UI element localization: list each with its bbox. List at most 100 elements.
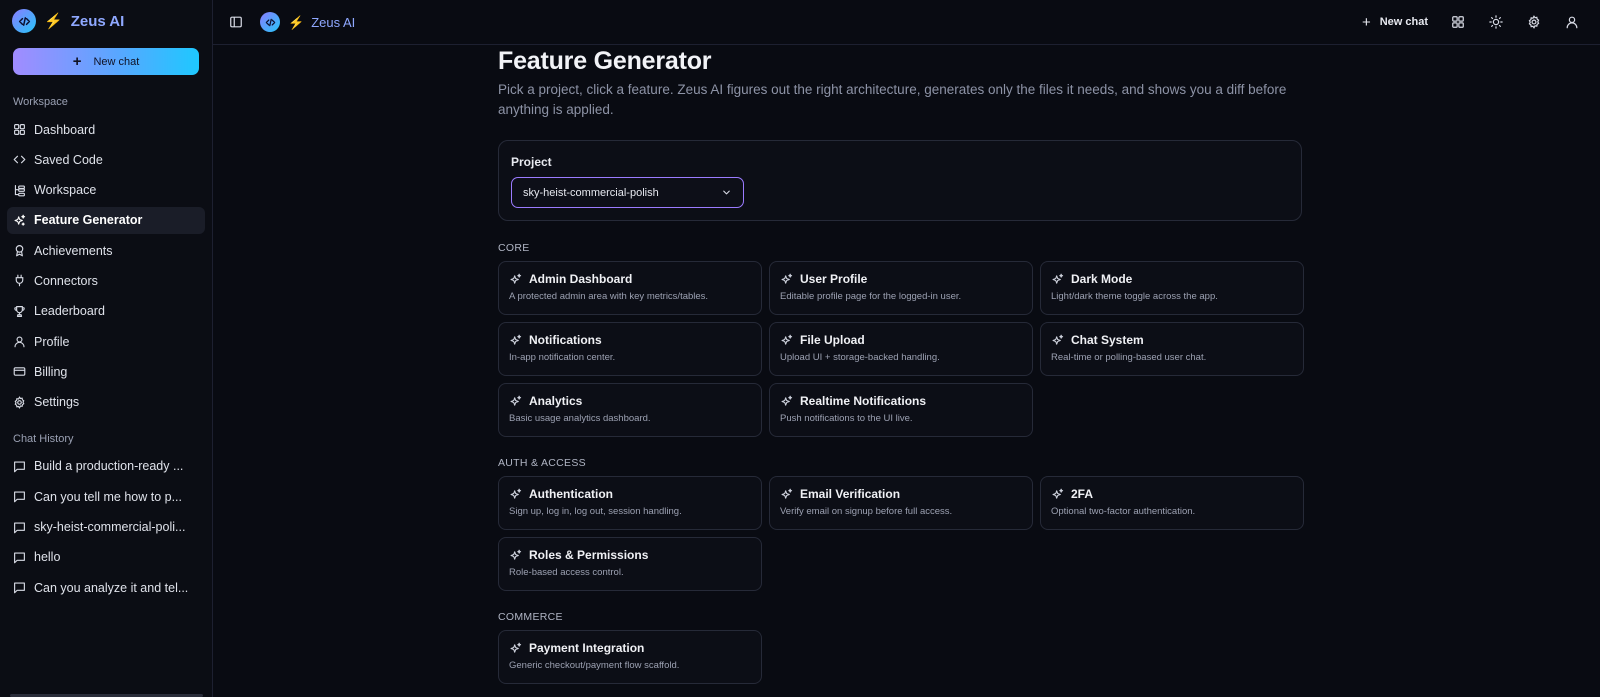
feature-card-admin-dashboard[interactable]: Admin Dashboard A protected admin area w… bbox=[498, 261, 762, 315]
group-label-commerce: COMMERCE bbox=[498, 611, 563, 623]
brand-title: Zeus AI bbox=[70, 12, 125, 30]
sparkles-icon bbox=[781, 488, 793, 499]
sparkles-icon bbox=[1052, 334, 1064, 345]
feature-title: User Profile bbox=[800, 272, 868, 286]
feature-title: Roles & Permissions bbox=[529, 548, 649, 562]
sidebar-item-workspace[interactable]: Workspace bbox=[7, 177, 205, 204]
feature-card-2fa[interactable]: 2FA Optional two-factor authentication. bbox=[1040, 476, 1304, 530]
sidebar-toggle-button[interactable] bbox=[228, 14, 244, 30]
sparkles-icon bbox=[1052, 488, 1064, 499]
feature-title: File Upload bbox=[800, 333, 865, 347]
feature-title: Payment Integration bbox=[529, 641, 645, 655]
plug-icon bbox=[15, 275, 24, 287]
feature-description: Sign up, log in, log out, session handli… bbox=[509, 506, 682, 517]
chat-history-title: sky-heist-commercial-poli... bbox=[34, 520, 186, 535]
sidebar-item-feature-generator[interactable]: Feature Generator bbox=[7, 206, 205, 234]
feature-title: Authentication bbox=[529, 487, 613, 501]
sidebar-item-billing[interactable]: Billing bbox=[7, 358, 205, 385]
sidebar-brand[interactable]: ⚡ Zeus AI bbox=[7, 0, 205, 42]
project-label: Project bbox=[511, 155, 552, 169]
sparkles-icon bbox=[1052, 273, 1064, 284]
chat-history-title: hello bbox=[34, 550, 61, 565]
topbar-new-chat-button[interactable]: + New chat bbox=[1362, 14, 1428, 31]
sidebar-item-leaderboard[interactable]: Leaderboard bbox=[7, 298, 205, 325]
feature-description: In-app notification center. bbox=[509, 352, 616, 363]
sparkles-icon bbox=[510, 334, 522, 345]
topbar-title: Zeus AI bbox=[311, 14, 356, 30]
topbar-actions: + New chat bbox=[1362, 14, 1580, 31]
feature-title: Dark Mode bbox=[1071, 272, 1133, 286]
feature-title: Chat System bbox=[1071, 333, 1144, 347]
feature-card-user-profile[interactable]: User Profile Editable profile page for t… bbox=[769, 261, 1033, 315]
feature-description: Push notifications to the UI live. bbox=[780, 413, 913, 424]
feature-title: Realtime Notifications bbox=[800, 394, 927, 408]
settings-button[interactable] bbox=[1526, 14, 1542, 30]
account-button[interactable] bbox=[1564, 14, 1580, 30]
gear-icon bbox=[14, 395, 25, 409]
gear-icon bbox=[1528, 15, 1540, 29]
feature-card-realtime-notifications[interactable]: Realtime Notifications Push notification… bbox=[769, 383, 1033, 437]
feature-description: Real-time or polling-based user chat. bbox=[1051, 352, 1207, 363]
sidebar-item-label: Feature Generator bbox=[34, 213, 143, 228]
panel-left-icon bbox=[230, 16, 242, 28]
feature-description: Editable profile page for the logged-in … bbox=[780, 291, 962, 302]
sidebar-item-label: Billing bbox=[34, 364, 68, 379]
project-select[interactable]: sky-heist-commercial-polish bbox=[511, 177, 744, 208]
sidebar-item-dashboard[interactable]: Dashboard bbox=[7, 116, 205, 143]
code-icon bbox=[13, 155, 26, 164]
main-area: ⚡ Zeus AI + New chat Feature Generator P… bbox=[213, 0, 1600, 697]
sparkles-icon bbox=[781, 273, 793, 284]
bolt-icon: ⚡ bbox=[288, 14, 305, 30]
sidebar: ⚡ Zeus AI + New chat Workspace Dashboard… bbox=[0, 0, 213, 697]
chat-history-title: Can you analyze it and tel... bbox=[34, 580, 189, 595]
chat-history-item[interactable]: Can you analyze it and tel... bbox=[7, 574, 205, 601]
feature-card-email-verification[interactable]: Email Verification Verify email on signu… bbox=[769, 476, 1033, 530]
feature-generator-content: Feature Generator Pick a project, click … bbox=[213, 45, 1600, 697]
feature-card-notifications[interactable]: Notifications In-app notification center… bbox=[498, 322, 762, 376]
feature-card-chat-system[interactable]: Chat System Real-time or polling-based u… bbox=[1040, 322, 1304, 376]
feature-card-dark-mode[interactable]: Dark Mode Light/dark theme toggle across… bbox=[1040, 261, 1304, 315]
chat-history-item[interactable]: Build a production-ready ... bbox=[7, 453, 205, 480]
feature-title: Analytics bbox=[529, 394, 583, 408]
plus-icon: + bbox=[1361, 13, 1371, 31]
page-title: Feature Generator bbox=[498, 47, 712, 75]
sidebar-item-connectors[interactable]: Connectors bbox=[7, 267, 205, 294]
feature-card-analytics[interactable]: Analytics Basic usage analytics dashboar… bbox=[498, 383, 762, 437]
grid-icon bbox=[1452, 16, 1464, 28]
message-icon bbox=[14, 522, 25, 533]
user-icon bbox=[1566, 16, 1578, 29]
sidebar-item-achievements[interactable]: Achievements bbox=[7, 237, 205, 264]
chat-history-list: Build a production-ready ... Can you tel… bbox=[7, 453, 205, 604]
feature-card-roles-permissions[interactable]: Roles & Permissions Role-based access co… bbox=[498, 537, 762, 591]
sidebar-new-chat-button[interactable]: + New chat bbox=[13, 48, 199, 75]
chat-history-title: Can you tell me how to p... bbox=[34, 489, 182, 504]
feature-grid-core: Admin Dashboard A protected admin area w… bbox=[498, 261, 1600, 437]
sidebar-item-label: Achievements bbox=[34, 243, 113, 258]
feature-card-file-upload[interactable]: File Upload Upload UI + storage-backed h… bbox=[769, 322, 1033, 376]
feature-grid-commerce: Payment Integration Generic checkout/pay… bbox=[498, 630, 1600, 684]
sidebar-item-profile[interactable]: Profile bbox=[7, 328, 205, 355]
sidebar-item-label: Saved Code bbox=[34, 152, 103, 167]
chat-history-item[interactable]: sky-heist-commercial-poli... bbox=[7, 514, 205, 541]
message-icon bbox=[14, 582, 25, 594]
user-icon bbox=[14, 336, 25, 348]
feature-grid-auth: Authentication Sign up, log in, log out,… bbox=[498, 476, 1600, 591]
apps-button[interactable] bbox=[1450, 14, 1466, 30]
sun-icon bbox=[1489, 15, 1503, 29]
sidebar-nav: Dashboard Saved Code Workspace Feature G… bbox=[7, 116, 205, 419]
chat-history-item[interactable]: hello bbox=[7, 544, 205, 571]
feature-card-payment-integration[interactable]: Payment Integration Generic checkout/pay… bbox=[498, 630, 762, 684]
chat-history-item[interactable]: Can you tell me how to p... bbox=[7, 483, 205, 510]
group-label-auth: AUTH & ACCESS bbox=[498, 457, 586, 469]
sidebar-item-label: Settings bbox=[34, 395, 80, 410]
award-icon bbox=[15, 245, 24, 257]
sparkles-icon bbox=[510, 395, 522, 406]
sidebar-item-label: Dashboard bbox=[34, 122, 96, 137]
message-icon bbox=[14, 552, 25, 564]
sidebar-item-settings[interactable]: Settings bbox=[7, 389, 205, 416]
sidebar-item-saved-code[interactable]: Saved Code bbox=[7, 146, 205, 173]
sparkles-icon bbox=[510, 488, 522, 499]
feature-description: Light/dark theme toggle across the app. bbox=[1051, 291, 1218, 302]
feature-card-authentication[interactable]: Authentication Sign up, log in, log out,… bbox=[498, 476, 762, 530]
theme-toggle-button[interactable] bbox=[1488, 14, 1504, 30]
